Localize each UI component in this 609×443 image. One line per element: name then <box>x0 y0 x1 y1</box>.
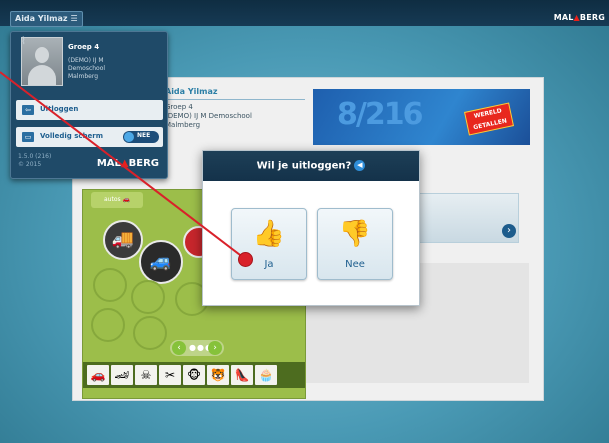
annotation-arrow <box>0 71 245 259</box>
pointer-dot <box>238 252 253 267</box>
